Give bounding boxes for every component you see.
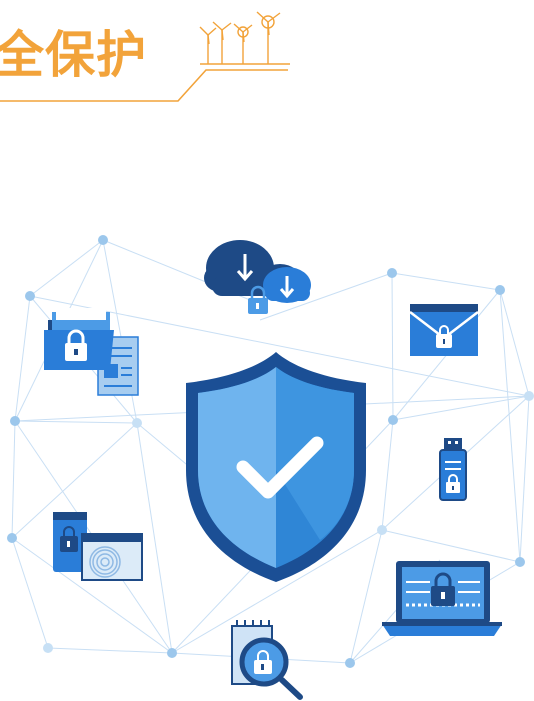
- network-node: [388, 415, 398, 425]
- network-node: [515, 557, 525, 567]
- network-node: [98, 235, 108, 245]
- network-node: [495, 285, 505, 295]
- network-node: [524, 391, 534, 401]
- envelope-lock-icon: [409, 304, 479, 356]
- network-node: [10, 416, 20, 426]
- network-node: [167, 648, 177, 658]
- security-illustration: [0, 11, 534, 700]
- phone-fingerprint-icon: [53, 512, 143, 581]
- shield-check-icon: [186, 352, 366, 582]
- wind-turbine-icon: [199, 11, 290, 65]
- usb-lock-icon: [439, 438, 467, 501]
- network-node: [387, 268, 397, 278]
- folder-lock-icon: [44, 308, 114, 370]
- cloud-download-lock-icon: [204, 240, 311, 314]
- header-underline: [0, 69, 288, 102]
- network-node: [25, 291, 35, 301]
- network-node: [345, 658, 355, 668]
- network-node: [377, 525, 387, 535]
- laptop-lock-icon: [382, 561, 502, 636]
- network-node: [7, 533, 17, 543]
- network-node: [43, 643, 53, 653]
- network-node: [132, 418, 142, 428]
- search-lock-icon: [231, 620, 303, 700]
